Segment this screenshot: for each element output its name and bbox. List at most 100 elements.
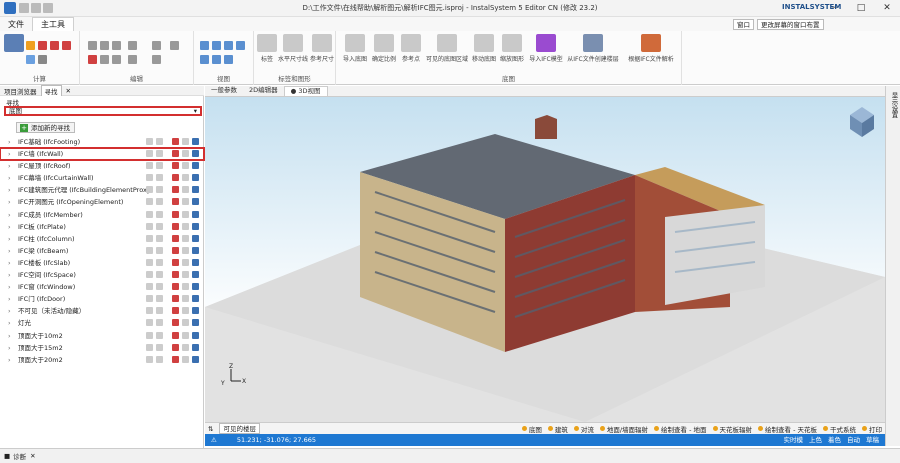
display-settings-tab[interactable]: 显示设置 bbox=[889, 92, 899, 118]
set-scale-button[interactable]: 确定比例 bbox=[370, 34, 398, 63]
row-action-icon[interactable] bbox=[146, 186, 153, 194]
row-action-icon[interactable] bbox=[172, 271, 179, 279]
row-action-icon[interactable] bbox=[156, 198, 163, 206]
visible-floors-dropdown[interactable]: 可见的楼层 bbox=[219, 423, 260, 434]
row-action-icon[interactable] bbox=[146, 150, 153, 158]
row-action-icon[interactable] bbox=[182, 319, 189, 327]
tab-2d-editor[interactable]: 2D编辑器 bbox=[243, 86, 284, 96]
row-action-icon[interactable] bbox=[156, 295, 163, 303]
find-row[interactable]: › IFC门 (IfcDoor) bbox=[0, 293, 204, 305]
row-action-icon[interactable] bbox=[146, 222, 153, 230]
row-action-icon[interactable] bbox=[192, 319, 199, 327]
row-action-icon[interactable] bbox=[146, 198, 153, 206]
edit-tool-icon[interactable] bbox=[128, 55, 137, 64]
row-action-icon[interactable] bbox=[192, 355, 199, 363]
pan-icon[interactable] bbox=[200, 55, 209, 64]
zoom-fit-icon[interactable] bbox=[224, 41, 233, 50]
maximize-button[interactable]: □ bbox=[848, 0, 874, 17]
tab-find[interactable]: 寻找 bbox=[40, 84, 62, 97]
row-action-icon[interactable] bbox=[172, 331, 179, 339]
row-action-icon[interactable] bbox=[192, 246, 199, 254]
move-base-button[interactable]: 移动底图 bbox=[470, 34, 498, 63]
expand-arrow-icon[interactable]: › bbox=[8, 209, 11, 221]
row-action-icon[interactable] bbox=[146, 258, 153, 266]
row-action-icon[interactable] bbox=[146, 331, 153, 339]
tab-project-browser[interactable]: 项目浏览器 bbox=[4, 86, 37, 96]
row-action-icon[interactable] bbox=[192, 222, 199, 230]
row-action-icon[interactable] bbox=[172, 174, 179, 182]
edit-tool-icon[interactable] bbox=[112, 55, 121, 64]
row-action-icon[interactable] bbox=[182, 174, 189, 182]
parse-ifc-button[interactable]: 根据IFC文件解析 bbox=[622, 34, 680, 63]
row-action-icon[interactable] bbox=[192, 295, 199, 303]
row-action-icon[interactable] bbox=[182, 198, 189, 206]
row-action-icon[interactable] bbox=[192, 198, 199, 206]
find-row[interactable]: › IFC成员 (IfcMember) bbox=[0, 209, 204, 221]
status-mode[interactable]: 草稿 bbox=[866, 436, 879, 444]
row-action-icon[interactable] bbox=[156, 162, 163, 170]
row-action-icon[interactable] bbox=[182, 162, 189, 170]
find-row[interactable]: › IFC柱 (IfcColumn) bbox=[0, 233, 204, 245]
row-action-icon[interactable] bbox=[192, 307, 199, 315]
row-action-icon[interactable] bbox=[146, 319, 153, 327]
expand-arrow-icon[interactable]: › bbox=[8, 245, 11, 257]
row-action-icon[interactable] bbox=[182, 234, 189, 242]
row-action-icon[interactable] bbox=[156, 331, 163, 339]
row-action-icon[interactable] bbox=[182, 222, 189, 230]
row-action-icon[interactable] bbox=[146, 210, 153, 218]
row-action-icon[interactable] bbox=[146, 307, 153, 315]
find-row[interactable]: › IFC板 (IfcPlate) bbox=[0, 221, 204, 233]
zoom-out-icon[interactable] bbox=[212, 41, 221, 50]
row-action-icon[interactable] bbox=[156, 258, 163, 266]
row-action-icon[interactable] bbox=[182, 210, 189, 218]
row-action-icon[interactable] bbox=[156, 186, 163, 194]
find-row[interactable]: › IFC楼板 (IfcSlab) bbox=[0, 257, 204, 269]
find-row[interactable]: › 不可见（未活动/隐藏） bbox=[0, 305, 204, 317]
row-action-icon[interactable] bbox=[156, 283, 163, 291]
find-row[interactable]: › 顶面大于15m2 bbox=[0, 342, 204, 354]
import-ifc-button[interactable]: 导入IFC模型 bbox=[528, 34, 564, 63]
redo-icon[interactable] bbox=[43, 3, 53, 13]
row-action-icon[interactable] bbox=[172, 295, 179, 303]
expand-arrow-icon[interactable]: › bbox=[8, 184, 11, 196]
expand-arrow-icon[interactable]: › bbox=[8, 221, 11, 233]
row-action-icon[interactable] bbox=[146, 295, 153, 303]
row-action-icon[interactable] bbox=[182, 307, 189, 315]
row-action-icon[interactable] bbox=[146, 355, 153, 363]
layer-toggle[interactable]: 绘制查看 - 地面 bbox=[651, 424, 709, 434]
expand-arrow-icon[interactable]: › bbox=[8, 196, 11, 208]
status-mode[interactable]: 着色 bbox=[828, 436, 841, 444]
layer-toggle[interactable]: 地面/墙面辐射 bbox=[597, 424, 651, 434]
row-action-icon[interactable] bbox=[192, 186, 199, 194]
find-row[interactable]: › IFC窗 (IfcWindow) bbox=[0, 281, 204, 293]
row-action-icon[interactable] bbox=[146, 343, 153, 351]
row-action-icon[interactable] bbox=[182, 343, 189, 351]
row-action-icon[interactable] bbox=[172, 222, 179, 230]
row-action-icon[interactable] bbox=[182, 271, 189, 279]
row-action-icon[interactable] bbox=[172, 138, 179, 145]
edit-tool-icon[interactable] bbox=[112, 41, 121, 50]
row-action-icon[interactable] bbox=[182, 186, 189, 194]
row-action-icon[interactable] bbox=[146, 162, 153, 170]
row-action-icon[interactable] bbox=[146, 246, 153, 254]
layer-toggle[interactable]: 对流 bbox=[571, 424, 597, 434]
3d-viewport[interactable]: Z X Y bbox=[205, 97, 885, 422]
row-action-icon[interactable] bbox=[156, 234, 163, 242]
scale-graphic-button[interactable]: 缩放图形 bbox=[498, 34, 526, 63]
edit-tool-icon[interactable] bbox=[100, 55, 109, 64]
row-action-icon[interactable] bbox=[156, 174, 163, 182]
expand-arrow-icon[interactable]: › bbox=[8, 293, 11, 305]
find-row[interactable]: › 顶面大于20m2 bbox=[0, 354, 204, 366]
row-action-icon[interactable] bbox=[192, 271, 199, 279]
row-action-icon[interactable] bbox=[192, 162, 199, 170]
row-action-icon[interactable] bbox=[192, 331, 199, 339]
row-action-icon[interactable] bbox=[146, 234, 153, 242]
find-row[interactable]: › 顶面大于10m2 bbox=[0, 330, 204, 342]
expand-arrow-icon[interactable]: › bbox=[8, 172, 11, 184]
row-action-icon[interactable] bbox=[182, 355, 189, 363]
calc-button[interactable] bbox=[4, 34, 24, 54]
row-action-icon[interactable] bbox=[172, 234, 179, 242]
close-button[interactable]: ✕ bbox=[874, 0, 900, 17]
row-action-icon[interactable] bbox=[192, 150, 199, 158]
row-action-icon[interactable] bbox=[182, 283, 189, 291]
